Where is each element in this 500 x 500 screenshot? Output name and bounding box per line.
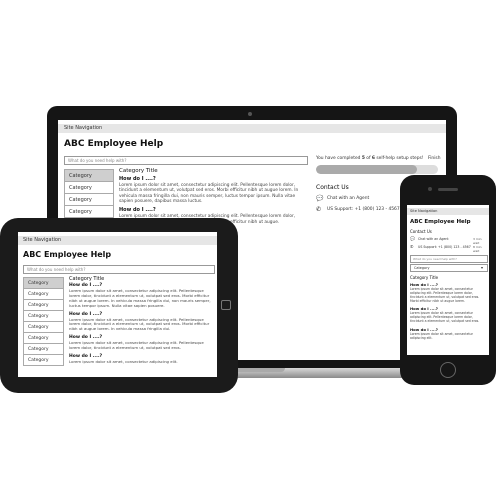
category-title: Category Title bbox=[69, 276, 105, 282]
question-answer: Lorem ipsum dolor sit amet, consectetur … bbox=[119, 183, 299, 205]
page-title: ABC Employee Help bbox=[64, 139, 164, 149]
search-placeholder: What do you need help with? bbox=[413, 257, 457, 261]
category-list: Category Category Category Category bbox=[64, 169, 114, 218]
chat-icon: 💬 bbox=[316, 195, 324, 202]
search-input[interactable]: What do you need help with? bbox=[64, 156, 308, 165]
site-navigation-label: Site Navigation bbox=[64, 125, 103, 131]
laptop-camera bbox=[248, 112, 252, 116]
chat-link[interactable]: 💬 Chat with an Agent 3 min wait bbox=[410, 236, 488, 245]
phone-wait-time: 8 min wait bbox=[473, 245, 482, 253]
question-heading[interactable]: How do I ....? bbox=[69, 312, 213, 317]
question-answer: Lorem ipsum dolor sit amet, consectetur … bbox=[69, 288, 211, 308]
question-answer: Lorem ipsum dolor sit amet, consectetur … bbox=[410, 287, 480, 303]
phone-label: US Support: +1 (800) 123 - 4567 bbox=[327, 207, 400, 212]
question-heading[interactable]: How do I ....? bbox=[119, 176, 307, 182]
question-answer: Lorem ipsum dolor sit amet, consectetur … bbox=[410, 311, 480, 324]
phone-camera bbox=[428, 187, 432, 191]
chat-icon: 💬 bbox=[410, 236, 415, 241]
tablet-home-button[interactable] bbox=[221, 300, 231, 310]
chat-label: Chat with an Agent bbox=[327, 196, 370, 201]
progress-mid: of bbox=[364, 156, 372, 161]
page-title: ABC Employee Help bbox=[23, 250, 112, 259]
question-answer: Lorem ipsum dolor sit amet, consectetur … bbox=[69, 340, 204, 350]
phone-icon: ✆ bbox=[316, 206, 322, 213]
page-title: ABC Employee Help bbox=[410, 219, 471, 225]
category-title: Category Title bbox=[410, 275, 439, 280]
contact-title: Contact Us bbox=[316, 184, 349, 191]
contact-title: Contact Us bbox=[410, 229, 432, 234]
progress-text: You have completed 5 of 6 self-help setu… bbox=[316, 156, 424, 161]
phone-screen: Site Navigation ABC Employee Help Contac… bbox=[407, 205, 489, 355]
search-placeholder: What do you need help with? bbox=[68, 158, 127, 163]
category-list: Category Category Category Category Category… bbox=[23, 277, 64, 366]
site-navigation-bar[interactable]: Site Navigation bbox=[407, 208, 489, 215]
phone-label: US Support: +1 (800) 123 - 4567 bbox=[418, 245, 471, 249]
progress-prefix: You have completed bbox=[316, 156, 362, 161]
category-item[interactable]: Category bbox=[23, 354, 64, 366]
search-input[interactable]: What do you need help with? bbox=[23, 265, 215, 274]
site-navigation-bar[interactable]: Site Navigation bbox=[58, 124, 446, 133]
search-input[interactable]: What do you need help with? bbox=[410, 255, 488, 263]
question-list: How do I ....? Lorem ipsum dolor sit amet… bbox=[410, 282, 487, 341]
site-navigation-label: Site Navigation bbox=[410, 209, 438, 213]
site-navigation-bar[interactable]: Site Navigation bbox=[18, 236, 217, 245]
tablet-screen: Site Navigation ABC Employee Help What d… bbox=[18, 232, 217, 377]
progress-suffix: self-help setup steps! bbox=[374, 156, 424, 161]
question-heading[interactable]: How do I ....? bbox=[119, 207, 307, 213]
chevron-down-icon: ▾ bbox=[481, 265, 484, 270]
finish-link[interactable]: Finish bbox=[428, 156, 441, 161]
category-select-value: Category bbox=[414, 266, 430, 270]
phone-support-link[interactable]: ✆ US Support: +1 (800) 123 - 4567 8 min … bbox=[410, 244, 488, 253]
question-list: How do I ....? Lorem ipsum dolor sit amet… bbox=[69, 283, 213, 365]
question-answer: Lorem ipsum dolor sit amet, consectetur … bbox=[69, 358, 178, 364]
question-answer: Lorem ipsum dolor sit amet, consectetur … bbox=[69, 316, 210, 332]
question-answer: Lorem ipsum dolor sit amet, consectetur … bbox=[410, 332, 473, 340]
phone-home-button[interactable] bbox=[440, 362, 456, 378]
phone-speaker bbox=[438, 188, 458, 191]
site-navigation-label: Site Navigation bbox=[23, 237, 62, 243]
search-placeholder: What do you need help with? bbox=[27, 267, 86, 272]
progress-bar-fill bbox=[316, 165, 418, 174]
category-item[interactable]: Category bbox=[64, 205, 114, 218]
chat-label: Chat with an Agent bbox=[418, 237, 449, 241]
phone-icon: ✆ bbox=[410, 244, 414, 249]
category-title: Category Title bbox=[119, 168, 158, 174]
progress-bar bbox=[316, 165, 438, 174]
category-select[interactable]: Category ▾ bbox=[410, 264, 488, 272]
